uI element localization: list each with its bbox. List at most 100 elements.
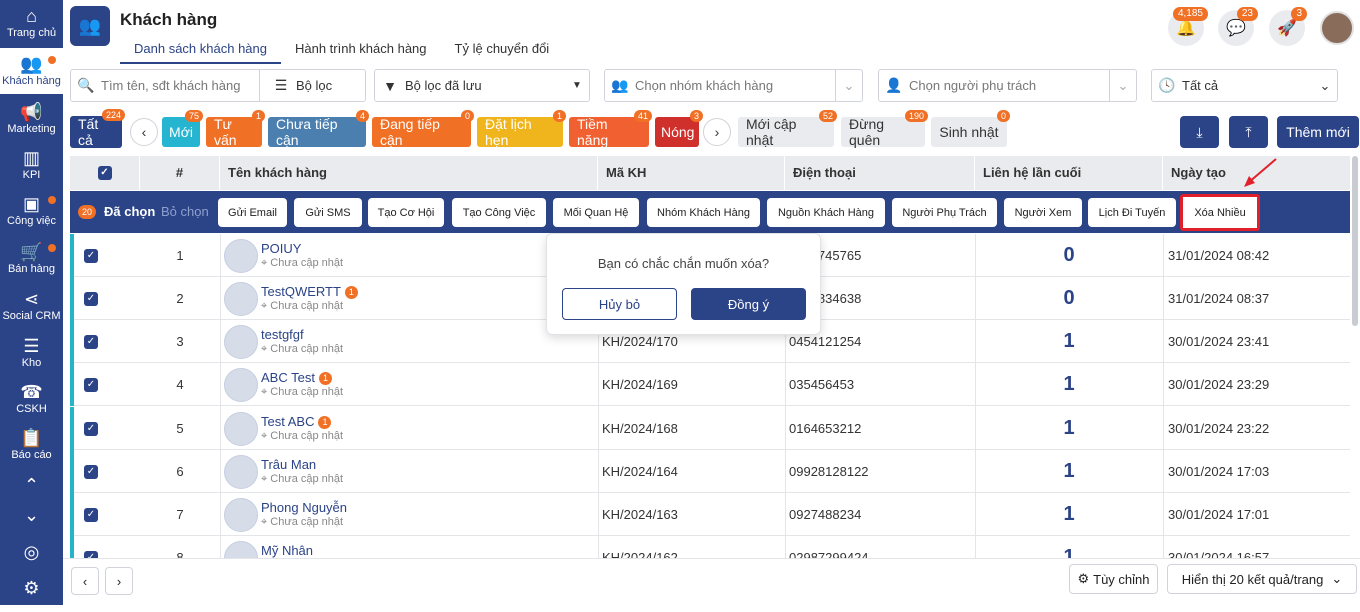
customer-name[interactable]: POIUY bbox=[261, 241, 301, 256]
send-sms-button[interactable]: Gửi SMS bbox=[294, 198, 362, 227]
settings-button[interactable]: ⚙ bbox=[0, 566, 63, 612]
customer-name[interactable]: Phong Nguyễn bbox=[261, 500, 347, 515]
sidebar-item-reports[interactable]: 📋 Báo cáo bbox=[0, 422, 63, 468]
last-contact-count[interactable]: 1 bbox=[975, 363, 1163, 406]
status-pill-hot[interactable]: Nóng 3 bbox=[655, 110, 703, 147]
chevron-down-icon: ⌄ bbox=[1331, 571, 1343, 586]
customer-name[interactable]: Mỹ Nhân bbox=[261, 543, 313, 558]
pills-next-button[interactable]: › bbox=[703, 118, 731, 146]
last-contact-count[interactable]: 0 bbox=[975, 277, 1163, 320]
customer-name[interactable]: TestQWERTT bbox=[261, 284, 341, 299]
sidebar-item-marketing[interactable]: 📢 Marketing bbox=[0, 96, 63, 142]
bulk-delete-button[interactable]: Xóa Nhiều bbox=[1180, 194, 1260, 231]
customer-group-button[interactable]: Nhóm Khách Hàng bbox=[647, 198, 760, 227]
home-icon: ⌂ bbox=[26, 6, 37, 26]
row-checkbox[interactable]: ✓ bbox=[84, 464, 98, 479]
row-checkbox[interactable]: ✓ bbox=[84, 291, 98, 306]
column-header-name[interactable]: Tên khách hàng bbox=[220, 156, 598, 190]
customer-source-button[interactable]: Nguồn Khách Hàng bbox=[767, 198, 885, 227]
sidebar-item-home[interactable]: ⌂ Trang chủ bbox=[0, 0, 63, 46]
sidebar-item-sales[interactable]: 🛒 Bán hàng bbox=[0, 236, 63, 282]
status-pill-potential[interactable]: Tiềm năng 41 bbox=[569, 110, 652, 148]
pills-prev-button[interactable]: ‹ bbox=[130, 118, 158, 146]
sidebar-item-social-crm[interactable]: ⋖ Social CRM bbox=[0, 283, 63, 329]
status-pill-not-approached[interactable]: Chưa tiếp cận 4 bbox=[268, 110, 369, 148]
column-header-number[interactable]: # bbox=[140, 156, 220, 190]
column-header-code[interactable]: Mã KH bbox=[598, 156, 785, 190]
sidebar-item-customers[interactable]: 👥 Khách hàng bbox=[0, 48, 63, 94]
time-select[interactable]: 🕓 Tất cả ⌄ bbox=[1151, 69, 1338, 102]
status-pill-appointment[interactable]: Đặt lịch hẹn 1 bbox=[477, 110, 566, 148]
customer-group-select[interactable]: 👥 Chọn nhóm khách hàng ⌄ bbox=[604, 69, 863, 102]
sidebar-item-warehouse[interactable]: ☰ Kho bbox=[0, 330, 63, 376]
row-checkbox[interactable]: ✓ bbox=[84, 248, 98, 263]
sidebar-item-kpi[interactable]: ▥ KPI bbox=[0, 142, 63, 188]
notification-button[interactable]: 🔔 4,185 bbox=[1168, 7, 1208, 46]
last-contact-count[interactable]: 1 bbox=[975, 493, 1163, 536]
select-all-checkbox[interactable]: ✓ bbox=[97, 166, 112, 180]
row-checkbox[interactable]: ✓ bbox=[84, 377, 98, 392]
last-contact-count[interactable]: 1 bbox=[975, 407, 1163, 450]
status-pill-all[interactable]: Tất cả 224 bbox=[70, 109, 125, 148]
table-row[interactable]: ✓ 5 Test ABC 1 ⌖ Chưa cập nhật KH/2024/168 016… bbox=[70, 407, 1350, 450]
search-input[interactable]: Tìm tên, sđt khách hàng bbox=[101, 78, 259, 93]
customer-name[interactable]: ABC Test bbox=[261, 370, 315, 385]
rocket-button[interactable]: 🚀 3 bbox=[1269, 7, 1307, 46]
scrollbar-thumb[interactable] bbox=[1352, 156, 1358, 326]
confirm-button[interactable]: Đồng ý bbox=[691, 288, 806, 320]
tab-conversion-rate[interactable]: Tỷ lệ chuyển đổi bbox=[441, 40, 564, 64]
sidebar-item-cskh[interactable]: ☎ CSKH bbox=[0, 376, 63, 422]
owner-select[interactable]: 👤 Chọn người phụ trách ⌄ bbox=[878, 69, 1137, 102]
sidebar-item-label: CSKH bbox=[16, 403, 47, 415]
customer-name[interactable]: Test ABC bbox=[261, 414, 314, 429]
page-size-select[interactable]: Hiển thị 20 kết quả/trang ⌄ bbox=[1167, 564, 1357, 594]
add-new-button[interactable]: Thêm mới bbox=[1277, 116, 1359, 148]
saved-filter-select[interactable]: ▼ Bộ lọc đã lưu ▼ bbox=[374, 69, 590, 102]
create-opportunity-button[interactable]: Tạo Cơ Hội bbox=[368, 198, 444, 227]
table-row[interactable]: ✓ 4 ABC Test 1 ⌖ Chưa cập nhật KH/2024/169 035… bbox=[70, 363, 1350, 406]
column-header-phone[interactable]: Điện thoại bbox=[785, 156, 975, 190]
deselect-button[interactable]: Bỏ chọn bbox=[161, 204, 209, 219]
last-contact-count[interactable]: 1 bbox=[975, 450, 1163, 493]
customer-name[interactable]: testgfgf bbox=[261, 327, 304, 342]
column-divider bbox=[975, 234, 976, 559]
send-email-button[interactable]: Gửi Email bbox=[218, 198, 287, 227]
assign-owner-button[interactable]: Người Phụ Trách bbox=[892, 198, 997, 227]
last-contact-count[interactable]: 0 bbox=[975, 234, 1163, 277]
create-task-button[interactable]: Tạo Công Việc bbox=[452, 198, 546, 227]
last-contact-count[interactable]: 1 bbox=[975, 320, 1163, 363]
row-checkbox[interactable]: ✓ bbox=[84, 421, 98, 436]
cancel-button[interactable]: Hủy bỏ bbox=[562, 288, 677, 320]
quick-pill-recent[interactable]: Mới cập nhật 52 bbox=[738, 110, 837, 148]
table-row[interactable]: ✓ 6 Trâu Man ⌖ Chưa cập nhật KH/2024/164 0992… bbox=[70, 450, 1350, 493]
row-checkbox[interactable]: ✓ bbox=[84, 507, 98, 522]
pill-label: Tiềm năng bbox=[577, 116, 609, 148]
scroll-down-button[interactable]: ⌄ bbox=[0, 498, 63, 534]
filter-button[interactable]: Bộ lọc bbox=[296, 78, 332, 93]
relationship-button[interactable]: Mối Quan Hệ bbox=[553, 198, 639, 227]
column-header-last-contact[interactable]: Liên hệ lần cuối bbox=[975, 156, 1163, 190]
user-avatar[interactable] bbox=[1320, 11, 1354, 45]
customer-cell: TestQWERTT 1 ⌖ Chưa cập nhật bbox=[224, 277, 594, 320]
quick-pill-birthday[interactable]: Sinh nhật 0 bbox=[931, 110, 1010, 147]
download-button[interactable]: ⤓ bbox=[1180, 116, 1219, 148]
column-divider bbox=[220, 234, 221, 559]
table-row[interactable]: ✓ 7 Phong Nguyễn ⌖ Chưa cập nhật KH/2024/163… bbox=[70, 493, 1350, 536]
tab-customer-journey[interactable]: Hành trình khách hàng bbox=[281, 40, 441, 64]
tab-customer-list[interactable]: Danh sách khách hàng bbox=[120, 40, 281, 64]
chat-button[interactable]: 💬 23 bbox=[1218, 7, 1258, 46]
status-pill-approaching[interactable]: Đang tiếp cận 0 bbox=[372, 110, 474, 148]
route-schedule-button[interactable]: Lịch Đi Tuyến bbox=[1088, 198, 1176, 227]
sidebar-item-tasks[interactable]: ▣ Công việc bbox=[0, 188, 63, 234]
briefcase-icon: ▣ bbox=[22, 194, 40, 214]
status-pill-new[interactable]: Mới 75 bbox=[162, 110, 203, 147]
customize-columns-button[interactable]: ⚙ Tùy chỉnh bbox=[1069, 564, 1158, 594]
status-pill-consult[interactable]: Tư vấn 1 bbox=[206, 110, 265, 148]
next-page-button[interactable]: › bbox=[105, 567, 133, 595]
upload-button[interactable]: ⤒ bbox=[1229, 116, 1268, 148]
customer-name[interactable]: Trâu Man bbox=[261, 457, 316, 472]
quick-pill-dont-forget[interactable]: Đừng quên 190 bbox=[841, 110, 928, 148]
row-checkbox[interactable]: ✓ bbox=[84, 334, 98, 349]
viewers-button[interactable]: Người Xem bbox=[1004, 198, 1082, 227]
prev-page-button[interactable]: ‹ bbox=[71, 567, 99, 595]
